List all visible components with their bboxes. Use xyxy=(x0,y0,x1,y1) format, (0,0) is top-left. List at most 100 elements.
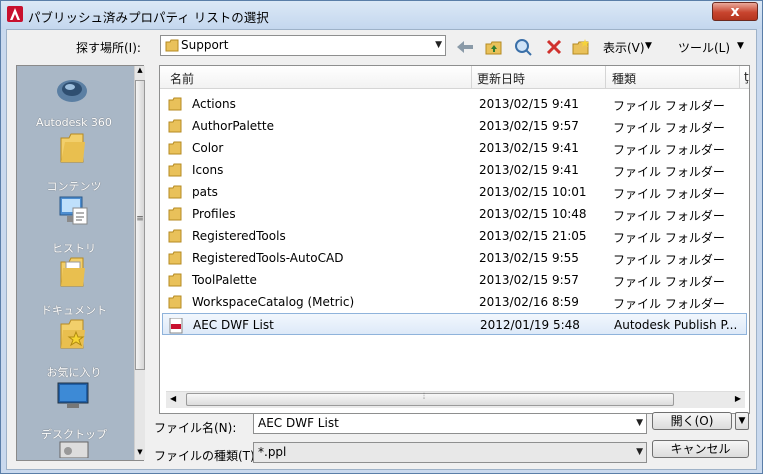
horizontal-scrollbar[interactable]: ◀ ⦙ ▶ xyxy=(166,391,745,408)
dialog-window: パブリッシュ済みプロパティ リストの選択 x 探す場所(I): Support … xyxy=(0,0,763,474)
new-folder-icon xyxy=(572,39,589,55)
column-header-extra[interactable]: ţ xyxy=(744,70,749,84)
sort-ascending-icon: ⌃ xyxy=(312,65,320,73)
folder-row[interactable]: pats 2013/02/15 10:01 ファイル フォルダー xyxy=(162,181,747,203)
filetype-value: *.ppl xyxy=(258,445,287,459)
scroll-right-icon[interactable]: ▶ xyxy=(735,394,741,403)
filetype-select[interactable]: *.ppl ▼ xyxy=(253,442,647,463)
folder-icon xyxy=(168,273,182,287)
column-header-name[interactable]: 名前 xyxy=(170,70,194,87)
search-icon xyxy=(515,39,532,56)
close-button[interactable]: x xyxy=(712,2,758,21)
window-title: パブリッシュ済みプロパティ リストの選択 xyxy=(28,10,269,25)
file-type: Autodesk Publish P... xyxy=(614,318,738,332)
places-scroll-thumb[interactable] xyxy=(135,80,145,370)
file-type: ファイル フォルダー xyxy=(613,99,725,113)
tools-menu[interactable]: ツール(L) xyxy=(678,39,730,56)
selected-file-row[interactable]: AEC DWF List 2012/01/19 5:48 Autodesk Publ… xyxy=(162,313,747,335)
lookin-combo[interactable]: Support ▼ xyxy=(160,35,446,56)
column-divider[interactable] xyxy=(471,66,472,88)
column-divider[interactable] xyxy=(739,66,740,88)
views-menu[interactable]: 表示(V) xyxy=(603,39,645,56)
views-chevron-icon[interactable]: ▼ xyxy=(645,41,652,51)
folder-row[interactable]: Color 2013/02/15 9:41 ファイル フォルダー xyxy=(162,137,747,159)
cloud-icon xyxy=(57,80,87,102)
file-date: 2013/02/15 9:57 xyxy=(479,273,579,287)
documents-icon xyxy=(60,257,85,287)
folder-icon xyxy=(60,133,85,163)
file-date: 2013/02/15 10:48 xyxy=(479,207,587,221)
new-folder-button[interactable] xyxy=(570,37,592,57)
title-bar[interactable]: パブリッシュ済みプロパティ リストの選択 x xyxy=(1,1,762,29)
lookin-value: Support xyxy=(181,38,229,52)
filename-input[interactable]: AEC DWF List ▼ xyxy=(253,413,647,434)
scroll-down-icon[interactable]: ▼ xyxy=(135,448,145,456)
delete-icon xyxy=(546,39,562,55)
tools-chevron-icon[interactable]: ▼ xyxy=(737,41,744,51)
file-name: RegisteredTools-AutoCAD xyxy=(192,251,344,265)
delete-button[interactable] xyxy=(543,37,565,57)
file-name: Color xyxy=(192,141,224,155)
place-label: お気に入り xyxy=(46,366,102,379)
cancel-button[interactable]: キャンセル xyxy=(652,440,749,458)
folder-row[interactable]: WorkspaceCatalog (Metric) 2013/02/16 8:59… xyxy=(162,291,747,313)
back-arrow-icon xyxy=(457,41,473,53)
lookin-label: 探す場所(I): xyxy=(76,41,141,55)
file-name: Icons xyxy=(192,163,224,177)
back-button[interactable] xyxy=(454,37,476,57)
folder-icon xyxy=(168,295,182,309)
filetype-label: ファイルの種類(T): xyxy=(154,449,259,463)
open-options-button[interactable]: ▼ xyxy=(735,412,749,430)
up-folder-icon xyxy=(485,41,502,55)
place-label: ドキュメント xyxy=(41,304,107,317)
column-header-date[interactable]: 更新日時 xyxy=(477,70,525,87)
scroll-left-icon[interactable]: ◀ xyxy=(170,394,176,403)
dialog-body: 探す場所(I): Support ▼ 表示(V) ▼ ツール(L) ▼ Auto… xyxy=(6,29,757,470)
folder-icon xyxy=(168,141,182,155)
folder-row[interactable]: ToolPalette 2013/02/15 9:57 ファイル フォルダー xyxy=(162,269,747,291)
chevron-down-icon[interactable]: ▼ xyxy=(636,418,643,428)
folder-icon xyxy=(168,119,182,133)
places-scrollbar[interactable]: ▲ ≡ ▼ xyxy=(134,66,145,460)
file-date: 2013/02/15 21:05 xyxy=(479,229,587,243)
column-header-type[interactable]: 種類 xyxy=(612,70,636,87)
file-type: ファイル フォルダー xyxy=(613,121,725,135)
desktop-icon xyxy=(57,382,89,408)
file-type: ファイル フォルダー xyxy=(613,275,725,289)
folder-icon xyxy=(165,39,179,52)
computer-icon xyxy=(59,441,89,458)
open-button[interactable]: 開く(O) xyxy=(652,412,732,430)
history-icon xyxy=(59,196,88,225)
place-label: コンテンツ xyxy=(46,180,102,193)
search-web-button[interactable] xyxy=(512,37,534,57)
horizontal-scroll-thumb[interactable]: ⦙ xyxy=(186,392,674,406)
file-name: AuthorPalette xyxy=(192,119,274,133)
file-date: 2013/02/15 9:55 xyxy=(479,251,579,265)
folder-row[interactable]: AuthorPalette 2013/02/15 9:57 ファイル フォルダー xyxy=(162,115,747,137)
folder-row[interactable]: Icons 2013/02/15 9:41 ファイル フォルダー xyxy=(162,159,747,181)
up-folder-button[interactable] xyxy=(483,37,505,57)
file-type: ファイル フォルダー xyxy=(613,165,725,179)
file-type: ファイル フォルダー xyxy=(613,143,725,157)
file-date: 2013/02/15 10:01 xyxy=(479,185,587,199)
folder-row[interactable]: Profiles 2013/02/15 10:48 ファイル フォルダー xyxy=(162,203,747,225)
autocad-app-icon xyxy=(7,6,23,22)
column-divider[interactable] xyxy=(605,66,606,88)
file-date: 2013/02/16 8:59 xyxy=(479,295,579,309)
file-type: ファイル フォルダー xyxy=(613,187,725,201)
file-name: RegisteredTools xyxy=(192,229,286,243)
file-type: ファイル フォルダー xyxy=(613,297,725,311)
file-list[interactable]: ⌃ 名前 更新日時 種類 ţ Actions 2013/02/15 9:41 ファイ… xyxy=(159,65,750,414)
place-label: Autodesk 360 xyxy=(36,116,112,129)
scroll-up-icon[interactable]: ▲ xyxy=(135,66,145,74)
file-name: pats xyxy=(192,185,218,199)
folder-row[interactable]: RegisteredTools 2013/02/15 21:05 ファイル フォルダ… xyxy=(162,225,747,247)
folder-icon xyxy=(168,229,182,243)
file-type: ファイル フォルダー xyxy=(613,231,725,245)
chevron-down-icon[interactable]: ▼ xyxy=(636,447,643,457)
file-type: ファイル フォルダー xyxy=(613,253,725,267)
folder-row[interactable]: RegisteredTools-AutoCAD 2013/02/15 9:55 ファ… xyxy=(162,247,747,269)
file-name: ToolPalette xyxy=(192,273,257,287)
folder-row[interactable]: Actions 2013/02/15 9:41 ファイル フォルダー xyxy=(162,93,747,115)
file-date: 2012/01/19 5:48 xyxy=(480,318,580,332)
